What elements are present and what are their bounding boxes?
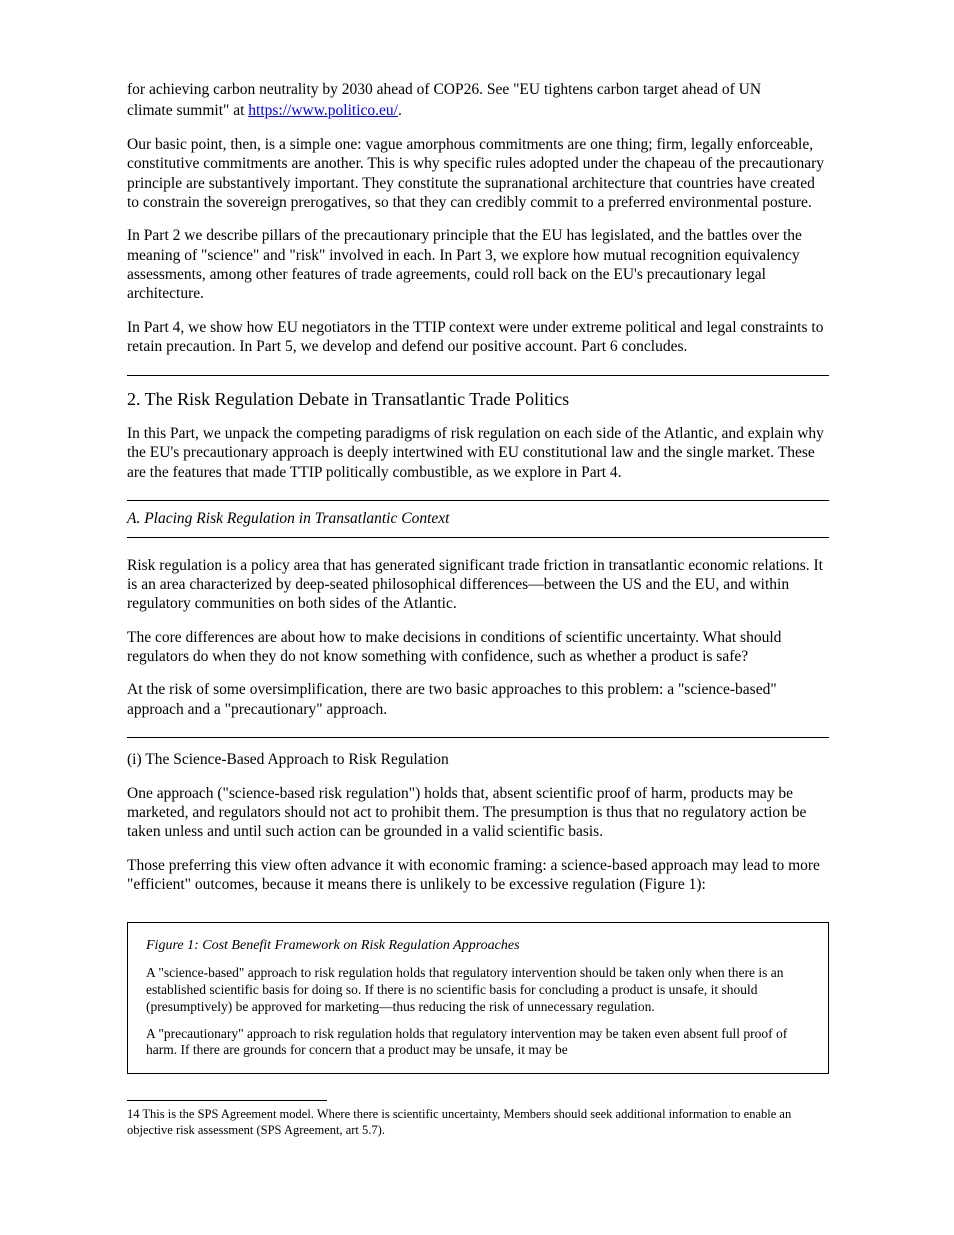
body-text-fragment: . [398, 102, 402, 119]
footnote-text: This is the SPS Agreement model. Where t… [127, 1107, 791, 1137]
body-text: In this Part, we unpack the competing pa… [127, 424, 829, 482]
body-text: climate summit" at https://www.politico.… [127, 101, 829, 120]
body-text: for achieving carbon neutrality by 2030 … [127, 80, 829, 99]
body-text: In Part 4, we show how EU negotiators in… [127, 318, 829, 357]
body-text: Those preferring this view often advance… [127, 856, 829, 895]
section-rule [127, 375, 829, 376]
footnote: 14 This is the SPS Agreement model. Wher… [127, 1107, 829, 1138]
figure-text: A "precautionary" approach to risk regul… [146, 1026, 810, 1060]
body-text-fragment: climate summit" at [127, 102, 248, 119]
reference-link[interactable]: https://www.politico.eu/ [248, 102, 398, 119]
section-heading: 2. The Risk Regulation Debate in Transat… [127, 388, 829, 411]
figure-text: A "science-based" approach to risk regul… [146, 965, 810, 1016]
body-text: Risk regulation is a policy area that ha… [127, 556, 829, 614]
body-text: Our basic point, then, is a simple one: … [127, 135, 829, 213]
subsection-heading: A. Placing Risk Regulation in Transatlan… [127, 509, 829, 528]
figure-title: Figure 1: Cost Benefit Framework on Risk… [146, 937, 810, 955]
section-rule [127, 737, 829, 738]
figure-box: Figure 1: Cost Benefit Framework on Risk… [127, 922, 829, 1074]
footnote-rule [127, 1100, 327, 1101]
body-text: The core differences are about how to ma… [127, 628, 829, 667]
body-text: At the risk of some oversimplification, … [127, 680, 829, 719]
section-rule [127, 537, 829, 538]
section-rule [127, 500, 829, 501]
body-text: In Part 2 we describe pillars of the pre… [127, 226, 829, 304]
subsection-heading: (i) The Science-Based Approach to Risk R… [127, 750, 829, 769]
body-text: One approach ("science-based risk regula… [127, 784, 829, 842]
footnote-number: 14 [127, 1107, 140, 1121]
